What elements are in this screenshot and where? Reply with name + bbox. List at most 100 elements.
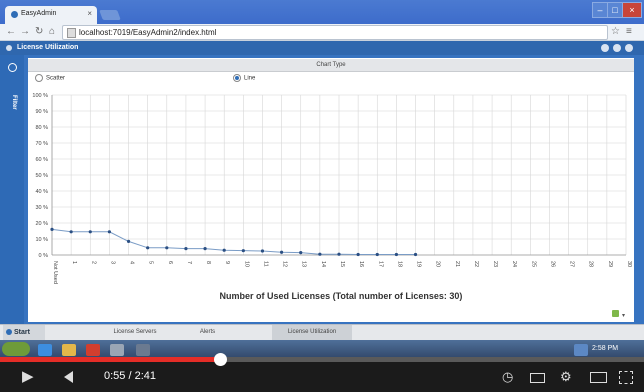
expand-icon[interactable] [8, 63, 17, 72]
taskbar-clock: 2:58 PM [592, 345, 619, 352]
play-icon[interactable]: ▶ [22, 367, 34, 385]
start-menu-button[interactable]: Start [3, 325, 45, 340]
data-point [222, 248, 226, 252]
data-point [356, 252, 360, 257]
x-tick-label: 17 [377, 261, 383, 267]
filter-sidebar[interactable]: Filter [0, 55, 24, 324]
tab-alerts[interactable]: Alerts [180, 325, 235, 340]
data-point [126, 239, 131, 243]
forward-arrow-icon[interactable]: → [20, 25, 30, 39]
back-arrow-icon[interactable]: ← [6, 25, 16, 39]
x-tick-label: 20 [435, 261, 441, 267]
y-axis-ticks: 0 % 10 % 20 % 30 % 40 % 50 % 60 % 70 % 80 % 90 % 1… [32, 93, 48, 259]
x-tick-label: 18 [396, 261, 402, 267]
x-tick-label: 16 [358, 261, 364, 267]
chrome-icon[interactable] [86, 344, 100, 356]
volume-icon[interactable] [64, 371, 73, 383]
url-text: localhost:7019/EasyAdmin2/index.html [79, 28, 217, 37]
address-bar[interactable]: localhost:7019/EasyAdmin2/index.html [62, 25, 608, 40]
x-tick-label: 19 [416, 261, 422, 267]
x-tick-label: 10 [243, 261, 249, 267]
radio-circle-icon [35, 74, 43, 82]
y-tick-label: 60 % [35, 157, 48, 163]
data-point [107, 230, 111, 234]
export-icon[interactable] [612, 310, 619, 317]
data-point [50, 227, 54, 231]
dropdown-arrow-icon[interactable]: ▾ [622, 312, 625, 319]
y-tick-label: 10 % [35, 237, 48, 243]
collapse-icon[interactable] [601, 44, 609, 52]
panel-header: License Utilization [0, 41, 644, 55]
line-radio[interactable]: Line [233, 74, 255, 82]
x-tick-label: 2 [90, 261, 96, 264]
captions-icon[interactable] [530, 373, 545, 383]
favicon-icon [11, 11, 18, 18]
x-tick-label: 11 [262, 261, 268, 267]
filter-label: Filter [11, 95, 17, 110]
data-point [280, 250, 284, 254]
tab-close-icon[interactable]: × [87, 9, 92, 18]
tab-license-utilization[interactable]: License Utilization [272, 325, 352, 340]
x-tick-label: 30 [626, 261, 632, 267]
x-tick-label: 1 [71, 261, 77, 264]
time-display: 0:55 / 2:41 [104, 370, 156, 382]
watch-later-icon[interactable]: ◷ [502, 369, 513, 385]
data-point [146, 246, 150, 250]
x-tick-label: 29 [607, 261, 613, 267]
bookmark-star-icon[interactable]: ☆ [611, 25, 620, 39]
x-tick-label: 25 [530, 261, 536, 267]
radio-selected-icon [233, 74, 241, 82]
tray-icons[interactable] [574, 344, 588, 356]
app-icon[interactable] [110, 344, 124, 356]
windows-start-button[interactable] [2, 342, 30, 356]
data-point [69, 230, 73, 234]
gear-icon [6, 45, 12, 51]
ie-icon[interactable] [38, 344, 52, 356]
y-tick-label: 0 % [39, 253, 49, 259]
x-tick-label: 8 [205, 261, 211, 264]
x-tick-label: 24 [511, 261, 517, 267]
data-point [241, 249, 245, 253]
fullscreen-icon[interactable] [619, 371, 633, 384]
menu-icon[interactable]: ≡ [626, 25, 632, 39]
scatter-label: Scatter [46, 75, 66, 82]
reload-icon[interactable]: ↻ [35, 25, 43, 39]
theater-mode-icon[interactable] [590, 372, 607, 383]
x-tick-label: 27 [569, 261, 575, 267]
progress-fill [0, 357, 221, 362]
chart-grid [51, 94, 627, 256]
y-tick-label: 40 % [35, 189, 48, 195]
settings-icon[interactable] [613, 44, 621, 52]
browser-tab[interactable]: EasyAdmin × [5, 6, 97, 24]
home-icon[interactable]: ⌂ [49, 25, 55, 39]
y-tick-label: 50 % [35, 173, 48, 179]
app-bottom-tabs: Start License Servers Alerts License Uti… [0, 324, 644, 341]
data-point [184, 247, 188, 251]
tab-license-servers[interactable]: License Servers [100, 325, 170, 340]
y-tick-label: 90 % [35, 109, 48, 115]
data-point [203, 247, 207, 251]
data-point [260, 249, 265, 253]
x-tick-label: 28 [588, 261, 594, 267]
x-tick-label: 23 [492, 261, 498, 267]
close-window-button[interactable]: × [622, 2, 642, 18]
tab-title: EasyAdmin [21, 10, 57, 17]
data-point [337, 252, 341, 256]
window-icon[interactable] [136, 344, 150, 356]
x-tick-label: 21 [454, 261, 460, 267]
close-panel-icon[interactable] [625, 44, 633, 52]
settings-gear-icon[interactable]: ⚙ [560, 369, 572, 385]
folder-icon[interactable] [62, 344, 76, 356]
minimize-button[interactable]: – [592, 2, 608, 18]
new-tab-button[interactable] [99, 10, 121, 20]
y-tick-label: 80 % [35, 125, 48, 131]
maximize-button[interactable]: □ [607, 2, 623, 18]
page-icon [67, 28, 76, 38]
chart-type-header: Chart Type [28, 59, 634, 72]
y-tick-label: 20 % [35, 221, 48, 227]
x-tick-label: 14 [320, 261, 326, 267]
scatter-radio[interactable]: Scatter [35, 74, 65, 82]
x-tick-label: 13 [301, 261, 307, 267]
series-line [51, 228, 416, 256]
line-label: Line [244, 75, 256, 82]
